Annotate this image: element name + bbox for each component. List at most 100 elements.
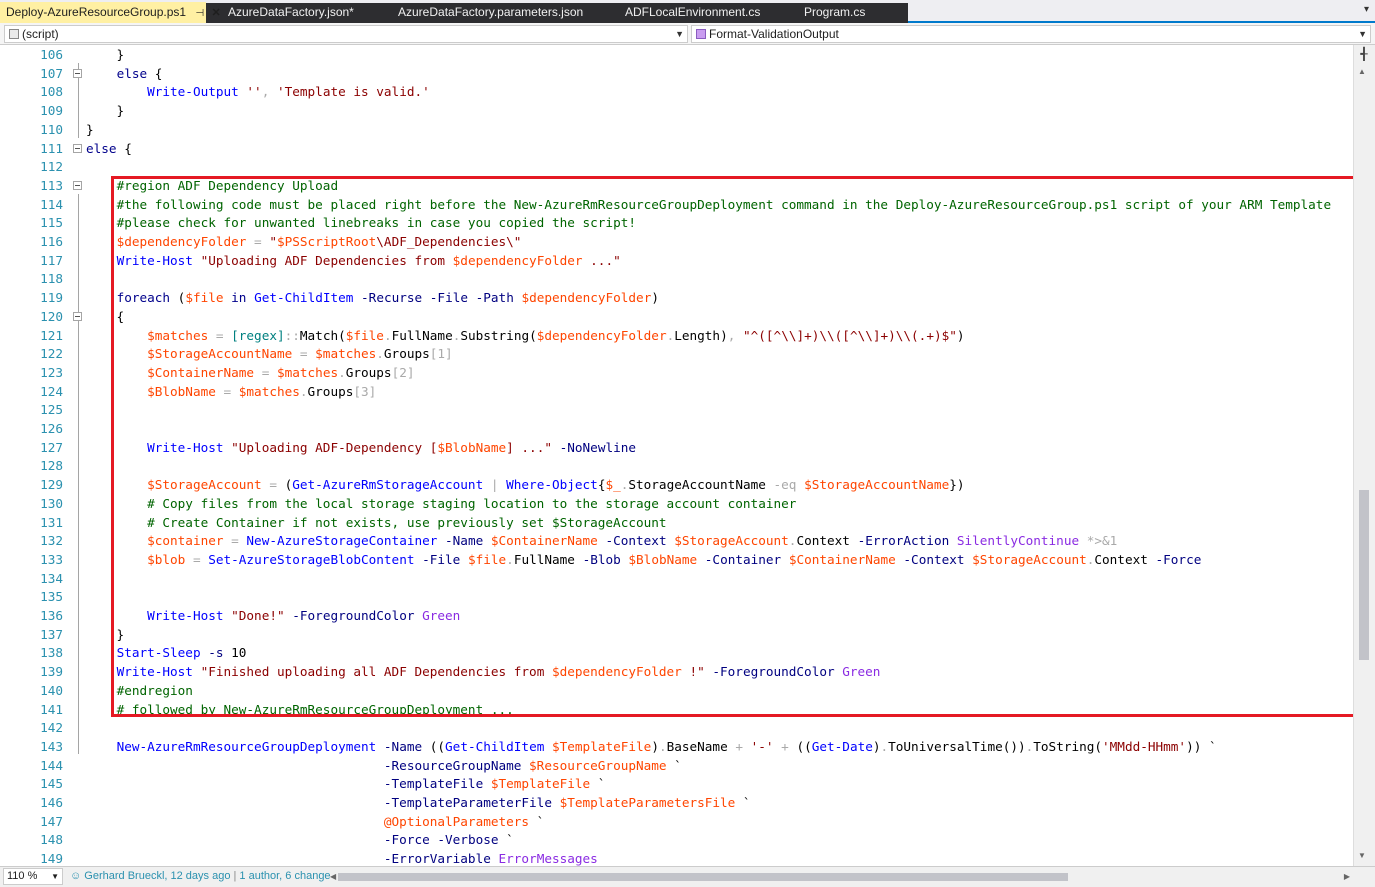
code-line[interactable]: 135 <box>0 588 1353 607</box>
collapse-toggle-icon[interactable] <box>73 311 82 321</box>
vertical-scrollbar[interactable]: ╉ ▲ ▼ <box>1353 45 1375 866</box>
code-line[interactable]: 117 Write-Host "Uploading ADF Dependenci… <box>0 252 1353 271</box>
code-text: foreach ($file in Get-ChildItem -Recurse… <box>86 289 659 308</box>
code-token: Get-ChildItem <box>254 290 354 306</box>
code-line[interactable]: 114 #the following code must be placed r… <box>0 196 1353 215</box>
code-token: . <box>299 383 308 399</box>
code-token: ErrorMessages <box>498 851 598 866</box>
code-line[interactable]: 123 $ContainerName = $matches.Groups[2] <box>0 364 1353 383</box>
code-line[interactable]: 129 $StorageAccount = (Get-AzureRmStorag… <box>0 476 1353 495</box>
code-text: { <box>86 308 125 327</box>
code-token: } <box>86 47 125 62</box>
member-dropdown[interactable]: Format-ValidationOutput ▼ <box>691 25 1371 43</box>
scroll-left-icon[interactable]: ◀ <box>330 870 336 883</box>
code-line[interactable]: 146 -TemplateParameterFile $TemplatePara… <box>0 794 1353 813</box>
code-token: = <box>215 383 239 399</box>
code-line[interactable]: 134 <box>0 570 1353 589</box>
code-line[interactable]: 136 Write-Host "Done!" -ForegroundColor … <box>0 607 1353 626</box>
code-line[interactable]: 141 # followed by New-AzureRmResourceGro… <box>0 701 1353 720</box>
code-token: } <box>86 103 125 119</box>
code-line[interactable]: 113 #region ADF Dependency Upload <box>0 177 1353 196</box>
horizontal-scrollbar[interactable]: ◀ ▶ <box>330 870 1350 883</box>
code-line[interactable]: 115 #please check for unwanted linebreak… <box>0 214 1353 233</box>
code-line[interactable]: 130 # Copy files from the local storage … <box>0 495 1353 514</box>
code-line[interactable]: 143 New-AzureRmResourceGroupDeployment -… <box>0 738 1353 757</box>
line-number: 114 <box>40 196 63 212</box>
code-line[interactable]: 145 -TemplateFile $TemplateFile ` <box>0 775 1353 794</box>
code-line[interactable]: 116 $dependencyFolder = "$PSScriptRoot\A… <box>0 233 1353 252</box>
code-line[interactable]: 109 } <box>0 102 1353 121</box>
code-line[interactable]: 107 else { <box>0 65 1353 84</box>
code-line[interactable]: 110} <box>0 121 1353 140</box>
code-line[interactable]: 128 <box>0 457 1353 476</box>
code-token: $matches <box>276 364 339 380</box>
tab-overflow-icon[interactable]: ▾ <box>1364 4 1369 15</box>
split-editor-icon[interactable]: ╉ <box>1357 47 1371 61</box>
code-token: $BlobName <box>437 439 507 455</box>
code-token: "^([^\\]+)\\([^\\]+)\\(.+)$" <box>743 327 957 343</box>
code-line[interactable]: 120 { <box>0 308 1353 327</box>
scope-dropdown[interactable]: (script) ▼ <box>4 25 688 43</box>
zoom-dropdown[interactable]: 110 % ▼ <box>3 868 63 885</box>
hscroll-thumb[interactable] <box>338 873 1068 881</box>
code-line[interactable]: 121 $matches = [regex]::Match($file.Full… <box>0 327 1353 346</box>
code-text: Write-Output '', 'Template is valid.' <box>86 83 430 102</box>
line-number: 146 <box>40 795 63 810</box>
code-line[interactable]: 125 <box>0 401 1353 420</box>
line-number: 130 <box>40 495 63 511</box>
collapse-toggle-icon[interactable] <box>73 180 82 190</box>
code-token: = <box>185 551 209 567</box>
tab-adflocalenvironment-cs[interactable]: ADFLocalEnvironment.cs <box>619 3 767 21</box>
line-number: 145 <box>40 776 63 792</box>
scroll-down-icon[interactable]: ▼ <box>1358 851 1366 860</box>
code-line[interactable]: 119 foreach ($file in Get-ChildItem -Rec… <box>0 289 1353 308</box>
code-token: $dependencyFolder <box>536 327 667 343</box>
code-line[interactable]: 133 $blob = Set-AzureStorageBlobContent … <box>0 551 1353 570</box>
code-token: -NoNewline <box>559 439 637 455</box>
code-line[interactable]: 144 -ResourceGroupName $ResourceGroupNam… <box>0 757 1353 776</box>
code-line[interactable]: 149 -ErrorVariable ErrorMessages <box>0 850 1353 866</box>
code-line[interactable]: 111 else { <box>0 140 1353 159</box>
pin-icon[interactable]: ⊣ <box>195 8 204 19</box>
tab-azuredatafactory-parameters[interactable]: AzureDataFactory.parameters.json <box>392 3 590 21</box>
code-line[interactable]: 148 -Force -Verbose ` <box>0 831 1353 850</box>
author-link[interactable]: Gerhard Brueckl, 12 days ago <box>84 870 230 882</box>
code-line[interactable]: 126 <box>0 420 1353 439</box>
line-number: 119 <box>40 290 63 306</box>
close-icon[interactable]: ✕ <box>212 7 221 19</box>
code-editor[interactable]: 106 } 107 else {108 Write-Output '', 'Tem… <box>0 45 1353 866</box>
navigation-bar: (script) ▼ Format-ValidationOutput ▼ <box>0 23 1375 45</box>
code-line[interactable]: 139 Write-Host "Finished uploading all A… <box>0 663 1353 682</box>
code-text: #the following code must be placed right… <box>86 196 1332 215</box>
code-token: ` <box>735 795 751 810</box>
code-line[interactable]: 132 $container = New-AzureStorageContain… <box>0 532 1353 551</box>
code-line[interactable]: 140 #endregion <box>0 682 1353 701</box>
code-line[interactable]: 112 <box>0 158 1353 177</box>
changes-link[interactable]: 1 author, 6 changes <box>239 870 336 882</box>
codelens-info: ☺ Gerhard Brueckl, 12 days ago | 1 autho… <box>70 867 336 886</box>
scroll-thumb[interactable] <box>1359 490 1369 660</box>
code-line[interactable]: 122 $StorageAccountName = $matches.Group… <box>0 345 1353 364</box>
code-line[interactable]: 142 <box>0 719 1353 738</box>
code-line[interactable]: 147 @OptionalParameters ` <box>0 813 1353 832</box>
scroll-up-icon[interactable]: ▲ <box>1358 67 1366 76</box>
scroll-right-icon[interactable]: ▶ <box>1344 870 1350 883</box>
code-line[interactable]: 131 # Create Container if not exists, us… <box>0 514 1353 533</box>
code-line[interactable]: 127 Write-Host "Uploading ADF-Dependency… <box>0 439 1353 458</box>
code-line[interactable]: 108 Write-Output '', 'Template is valid.… <box>0 83 1353 102</box>
code-line[interactable]: 106 } <box>0 46 1353 65</box>
code-line[interactable]: 137 } <box>0 626 1353 645</box>
tab-azuredatafactory-json[interactable]: AzureDataFactory.json* <box>222 3 360 21</box>
code-line[interactable]: 118 <box>0 270 1353 289</box>
code-token: { <box>86 308 125 324</box>
code-line[interactable]: 138 Start-Sleep -s 10 <box>0 644 1353 663</box>
tab-program-cs[interactable]: Program.cs <box>798 3 872 21</box>
code-line[interactable]: 124 $BlobName = $matches.Groups[3] <box>0 383 1353 402</box>
tab-deploy-azureresourcegroup[interactable]: Deploy-AzureResourceGroup.ps1 ⊣ ✕ <box>0 2 221 23</box>
collapse-toggle-icon[interactable] <box>73 68 82 78</box>
collapse-toggle-icon[interactable] <box>73 143 82 153</box>
